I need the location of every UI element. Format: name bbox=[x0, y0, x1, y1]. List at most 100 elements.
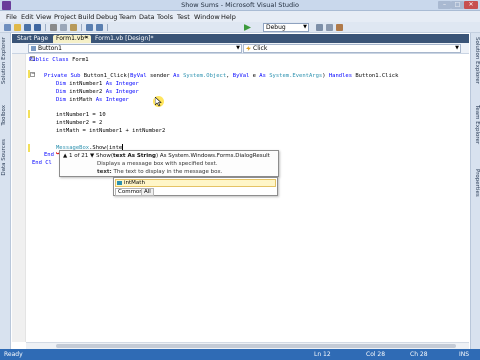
maximize-button[interactable]: □ bbox=[451, 1, 464, 9]
overload-down-icon[interactable]: ▼ bbox=[90, 153, 94, 159]
window-title: Show Sums - Microsoft Visual Studio bbox=[181, 1, 299, 9]
menu-edit[interactable]: Edit bbox=[21, 13, 34, 21]
standard-toolbar: Debug ▼ bbox=[0, 22, 480, 33]
menu-project[interactable]: Project bbox=[54, 13, 76, 21]
code-line-class: Public Class Form1 bbox=[29, 57, 89, 63]
event-select[interactable]: Click ▼ bbox=[243, 44, 461, 53]
local-variable-icon bbox=[117, 181, 122, 185]
collapse-sub-toggle[interactable]: − bbox=[30, 72, 35, 77]
configuration-value: Debug bbox=[266, 24, 286, 31]
menu-team[interactable]: Team bbox=[119, 13, 136, 21]
save-all-icon[interactable] bbox=[34, 24, 41, 31]
menu-file[interactable]: File bbox=[6, 13, 17, 21]
event-value: Click bbox=[253, 45, 268, 52]
code-line-assignment: intNumber1 = 10 bbox=[56, 112, 106, 118]
insert-mode: INS bbox=[459, 351, 470, 358]
code-line-assignment: intNumber2 = 2 bbox=[56, 120, 103, 126]
solution-configuration-select[interactable]: Debug ▼ bbox=[263, 23, 309, 32]
status-bar: Ready Ln 12 Col 28 Ch 28 INS bbox=[0, 349, 480, 360]
button-object-icon bbox=[31, 46, 36, 51]
completion-tab-all[interactable]: All bbox=[141, 188, 154, 196]
new-project-icon[interactable] bbox=[4, 24, 11, 31]
data-sources-tab[interactable]: Data Sources bbox=[1, 139, 10, 176]
copy-icon[interactable] bbox=[60, 24, 67, 31]
object-select[interactable]: Button1 ▼ bbox=[28, 44, 242, 53]
tab-label: Form1.vb* bbox=[56, 35, 88, 42]
editor-gutter bbox=[12, 54, 26, 342]
start-debug-icon[interactable] bbox=[244, 24, 251, 31]
completion-item-label: intMath bbox=[124, 180, 145, 186]
menu-build[interactable]: Build bbox=[78, 13, 94, 21]
paste-icon[interactable] bbox=[70, 24, 77, 31]
menu-bar: File Edit View Project Build Debug Team … bbox=[0, 11, 480, 22]
menu-window[interactable]: Window bbox=[194, 13, 220, 21]
menu-tools[interactable]: Tools bbox=[157, 13, 173, 21]
menu-debug[interactable]: Debug bbox=[96, 13, 117, 21]
char-number: Ch 28 bbox=[410, 351, 428, 358]
solution-explorer-tab-left[interactable]: Solution Explorer bbox=[1, 37, 10, 84]
tab-label: Start Page bbox=[17, 35, 49, 42]
code-line-assignment: intMath = intNumber1 + intNumber2 bbox=[56, 128, 166, 134]
method-name: Show( bbox=[96, 153, 114, 159]
document-tab-strip: Start Page Form1.vb* ✕ Form1.vb [Design]… bbox=[12, 34, 469, 43]
chevron-down-icon: ▼ bbox=[455, 45, 459, 51]
close-button[interactable]: ✕ bbox=[464, 1, 478, 9]
parameter-description: text: The text to display in the message… bbox=[97, 169, 223, 175]
overload-counter: 1 of 21 bbox=[68, 153, 89, 159]
mouse-cursor-icon bbox=[153, 96, 164, 107]
overload-up-icon[interactable]: ▲ bbox=[63, 153, 67, 159]
tab-start-page[interactable]: Start Page bbox=[14, 35, 52, 43]
open-file-icon[interactable] bbox=[14, 24, 21, 31]
title-bar: Show Sums - Microsoft Visual Studio – □ … bbox=[0, 0, 480, 11]
menu-help[interactable]: Help bbox=[221, 13, 236, 21]
current-parameter: text As String bbox=[113, 153, 156, 159]
toolbox-tab[interactable]: Toolbox bbox=[1, 105, 10, 126]
column-number: Col 28 bbox=[366, 351, 386, 358]
toolbar-separator bbox=[107, 24, 108, 31]
intellisense-completion-list: intMath Common All bbox=[113, 177, 278, 196]
method-summary: Displays a message box with specified te… bbox=[97, 161, 218, 167]
code-line-end-sub: End bbox=[44, 152, 54, 158]
code-navigation-bar: Button1 ▼ Click ▼ bbox=[12, 43, 469, 54]
line-number: Ln 12 bbox=[314, 351, 331, 358]
properties-icon[interactable] bbox=[326, 24, 333, 31]
undo-icon[interactable] bbox=[86, 24, 93, 31]
toolbox-icon[interactable] bbox=[336, 24, 343, 31]
return-type: ) As System.Windows.Forms.DialogResult bbox=[155, 153, 270, 159]
chevron-down-icon: ▼ bbox=[303, 24, 307, 30]
save-icon[interactable] bbox=[24, 24, 31, 31]
tab-form1-design[interactable]: Form1.vb [Design]* bbox=[92, 35, 154, 43]
minimize-button[interactable]: – bbox=[438, 1, 451, 9]
signature-line: ▲ 1 of 21 ▼ Show(text As String) As Syst… bbox=[63, 153, 270, 159]
solution-explorer-tab-right[interactable]: Solution Explorer bbox=[472, 37, 480, 84]
event-lightning-icon bbox=[246, 46, 251, 51]
code-line-dim: Dim intMath As Integer bbox=[56, 97, 129, 103]
chevron-down-icon: ▼ bbox=[236, 45, 240, 51]
object-value: Button1 bbox=[38, 45, 62, 52]
find-icon[interactable] bbox=[316, 24, 323, 31]
code-line-end-class: End Cl bbox=[32, 160, 52, 166]
completion-item[interactable]: intMath bbox=[115, 179, 276, 187]
team-explorer-tab[interactable]: Team Explorer bbox=[472, 105, 480, 144]
menu-data[interactable]: Data bbox=[139, 13, 155, 21]
menu-view[interactable]: View bbox=[36, 13, 51, 21]
scrollbar-thumb[interactable] bbox=[56, 344, 456, 348]
toolbar-separator bbox=[45, 24, 46, 31]
close-tab-icon[interactable]: ✕ bbox=[85, 35, 89, 42]
tab-form1-code[interactable]: Form1.vb* ✕ bbox=[53, 35, 91, 43]
horizontal-scrollbar[interactable] bbox=[26, 342, 469, 349]
cut-icon[interactable] bbox=[50, 24, 57, 31]
properties-tab[interactable]: Properties bbox=[472, 169, 480, 197]
code-line-dim: Dim intNumber2 As Integer bbox=[56, 89, 139, 95]
arrow-pointer-icon bbox=[155, 97, 162, 107]
change-marker bbox=[28, 110, 30, 118]
code-line-dim: Dim intNumber1 As Integer bbox=[56, 81, 139, 87]
tab-label: Form1.vb [Design]* bbox=[95, 35, 154, 42]
left-tool-window-strip: Solution Explorer Toolbox Data Sources bbox=[0, 33, 11, 349]
code-line-sub-declaration: Private Sub Button1_Click(ByVal sender A… bbox=[44, 73, 399, 79]
status-text: Ready bbox=[4, 351, 23, 358]
toolbar-separator bbox=[81, 24, 82, 31]
redo-icon[interactable] bbox=[96, 24, 103, 31]
code-editor[interactable]: − − Public Class Form1 Private Sub Butto… bbox=[12, 54, 469, 342]
menu-test[interactable]: Test bbox=[177, 13, 190, 21]
